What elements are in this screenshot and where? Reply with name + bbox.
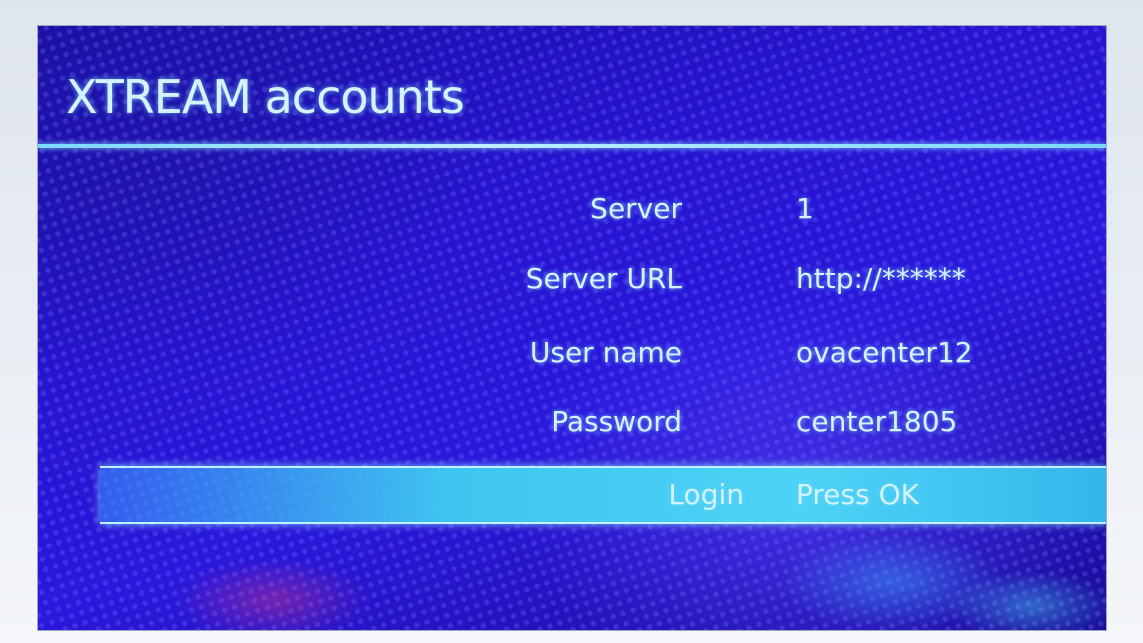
password-row[interactable]: Password center1805 bbox=[38, 397, 1106, 447]
server-value: 1 bbox=[796, 192, 814, 225]
page-title: XTREAM accounts bbox=[66, 70, 465, 124]
server-url-value: http://****** bbox=[796, 262, 966, 295]
password-label: Password bbox=[551, 405, 682, 438]
server-url-label: Server URL bbox=[525, 262, 682, 295]
tv-screen: XTREAM accounts Server 1 Server URL http… bbox=[38, 26, 1106, 630]
password-value: center1805 bbox=[796, 405, 958, 438]
login-label: Login bbox=[668, 478, 744, 511]
user-name-value: ovacenter12 bbox=[796, 336, 973, 369]
login-hint: Press OK bbox=[796, 478, 919, 511]
title-divider bbox=[38, 144, 1106, 148]
user-name-label: User name bbox=[529, 336, 682, 369]
photo-frame: XTREAM accounts Server 1 Server URL http… bbox=[0, 0, 1143, 643]
server-label: Server bbox=[590, 192, 682, 225]
login-button[interactable]: Login Press OK bbox=[100, 466, 1106, 524]
user-name-row[interactable]: User name ovacenter12 bbox=[38, 328, 1106, 378]
server-row[interactable]: Server 1 bbox=[38, 184, 1106, 234]
server-url-row[interactable]: Server URL http://****** bbox=[38, 254, 1106, 304]
